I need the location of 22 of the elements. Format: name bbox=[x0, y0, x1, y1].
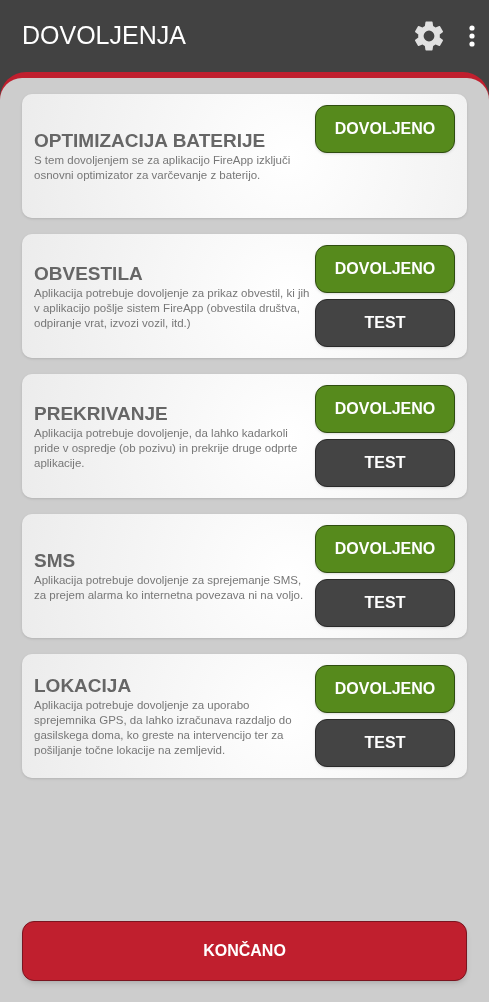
permission-description: Aplikacija potrebuje dovoljenje, da lahko kadarkoli pride v ospredje (ob pozivu) in prekrije druge odprte aplikacije. bbox=[34, 425, 299, 471]
test-button[interactable]: TEST bbox=[315, 579, 455, 627]
test-button[interactable]: TEST bbox=[315, 299, 455, 347]
permission-title: OBVESTILA bbox=[34, 261, 144, 286]
allow-button[interactable]: DOVOLJENO bbox=[315, 385, 455, 433]
test-button[interactable]: TEST bbox=[315, 439, 455, 487]
permission-description: S tem dovoljenjem se za aplikacijo FireApp izključi osnovni optimizator za varčevanje z baterijo. bbox=[34, 153, 292, 183]
permission-description: Aplikacija potrebuje dovoljenje za sprejemanje SMS, za prejem alarma ko internetna povezava ni na voljo. bbox=[34, 573, 305, 603]
allow-button[interactable]: DOVOLJENO bbox=[315, 665, 455, 713]
allow-button[interactable]: DOVOLJENO bbox=[315, 245, 455, 293]
allow-button[interactable]: DOVOLJENO bbox=[315, 525, 455, 573]
permission-title: SMS bbox=[34, 549, 77, 573]
test-button[interactable]: TEST bbox=[315, 719, 455, 767]
permission-description: Aplikacija potrebuje dovoljenje za uporabo sprejemnika GPS, da lahko izračunava razdaljo do gasilskega doma, ko greste na intervencijo ter za pošiljanje točne lokacije na zemljevid. bbox=[34, 698, 293, 758]
permission-title: OPTIMIZACIJA BATERIJE bbox=[34, 129, 267, 153]
allow-button[interactable]: DOVOLJENO bbox=[315, 105, 455, 153]
permission-description: Aplikacija potrebuje dovoljenje za prikaz obvestil, ki jih v aplikacijo pošlje sistem FireApp (obvestila društva, odpiranje vrat, izvozi vozil, itd.) bbox=[34, 285, 311, 331]
app-title: DOVOLJENJA bbox=[22, 20, 186, 52]
permission-title: LOKACIJA bbox=[34, 674, 133, 698]
more-icon[interactable] bbox=[469, 25, 475, 47]
finish-button[interactable]: KONČANO bbox=[22, 921, 467, 981]
permission-title: PREKRIVANJE bbox=[34, 401, 169, 426]
